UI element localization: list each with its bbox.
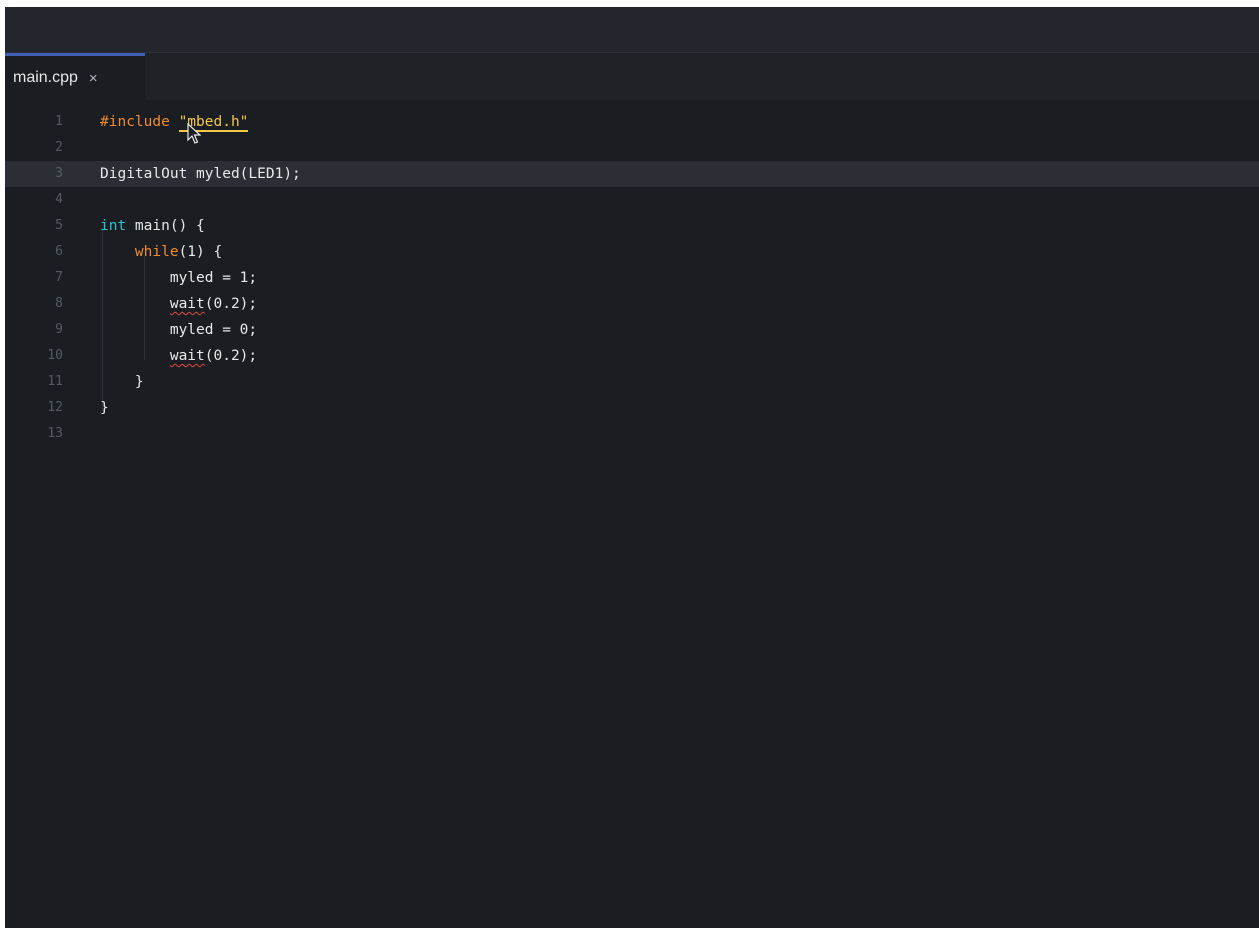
code-text: } bbox=[100, 395, 109, 421]
code-text: wait(0.2); bbox=[100, 291, 257, 317]
line-number: 10 bbox=[47, 348, 63, 363]
code-line[interactable]: 10 wait(0.2); bbox=[5, 343, 1259, 369]
line-number: 11 bbox=[47, 374, 63, 389]
code-token: wait bbox=[169, 296, 205, 312]
code-token: #include bbox=[100, 114, 179, 130]
code-token: wait bbox=[169, 348, 205, 364]
code-token: while bbox=[134, 244, 179, 260]
close-icon[interactable]: × bbox=[89, 70, 98, 87]
code-token: } bbox=[100, 400, 109, 416]
code-line[interactable]: 4 bbox=[5, 187, 1259, 213]
code-line[interactable]: 11 } bbox=[5, 369, 1259, 395]
code-line[interactable]: 13 bbox=[5, 421, 1259, 447]
code-text: wait(0.2); bbox=[100, 343, 257, 369]
line-number: 2 bbox=[55, 140, 63, 155]
line-number: 4 bbox=[55, 192, 63, 207]
code-line[interactable]: 6 while(1) { bbox=[5, 239, 1259, 265]
mouse-pointer-icon bbox=[187, 123, 201, 144]
code-token: (1) { bbox=[178, 244, 223, 260]
code-token: int bbox=[100, 218, 127, 234]
code-editor[interactable]: 1 #include "mbed.h" 2 3 DigitalOut myled(LED… bbox=[5, 100, 1259, 928]
tab-strip: main.cpp × bbox=[5, 53, 1259, 100]
line-number: 13 bbox=[47, 426, 63, 441]
title-bar bbox=[5, 7, 1259, 53]
code-token: } bbox=[100, 374, 144, 390]
line-number: 9 bbox=[55, 322, 63, 337]
code-line[interactable]: 5 int main() { bbox=[5, 213, 1259, 239]
code-line[interactable]: 8 wait(0.2); bbox=[5, 291, 1259, 317]
code-token: (0.2); bbox=[204, 296, 258, 312]
line-number: 1 bbox=[55, 114, 63, 129]
code-text: myled = 0; bbox=[100, 317, 257, 343]
line-number: 5 bbox=[55, 218, 63, 233]
code-text: int main() { bbox=[100, 213, 205, 239]
code-text: DigitalOut myled(LED1); bbox=[100, 161, 301, 187]
tab-label: main.cpp bbox=[13, 69, 78, 86]
code-token: myled = 0; bbox=[100, 322, 258, 338]
line-number: 7 bbox=[55, 270, 63, 285]
tab-main-cpp[interactable]: main.cpp × bbox=[5, 53, 145, 100]
code-text: while(1) { bbox=[100, 239, 222, 265]
code-line[interactable]: 7 myled = 1; bbox=[5, 265, 1259, 291]
line-number: 3 bbox=[55, 166, 63, 181]
code-token: (0.2); bbox=[204, 348, 258, 364]
line-number: 6 bbox=[55, 244, 63, 259]
editor-window: main.cpp × 1 #include "mbed.h" 2 3 DigitalOu… bbox=[5, 7, 1259, 928]
code-token: DigitalOut myled(LED1); bbox=[100, 166, 301, 182]
code-line[interactable]: 3 DigitalOut myled(LED1); bbox=[5, 161, 1259, 187]
line-number: 12 bbox=[47, 400, 63, 415]
code-text: } bbox=[100, 369, 144, 395]
code-text: myled = 1; bbox=[100, 265, 257, 291]
code-token: myled = 1; bbox=[100, 270, 258, 286]
code-token: main() { bbox=[126, 218, 205, 234]
code-line[interactable]: 9 myled = 0; bbox=[5, 317, 1259, 343]
code-text: #include "mbed.h" bbox=[100, 109, 249, 135]
code-line[interactable]: 12} bbox=[5, 395, 1259, 421]
line-number: 8 bbox=[55, 296, 63, 311]
